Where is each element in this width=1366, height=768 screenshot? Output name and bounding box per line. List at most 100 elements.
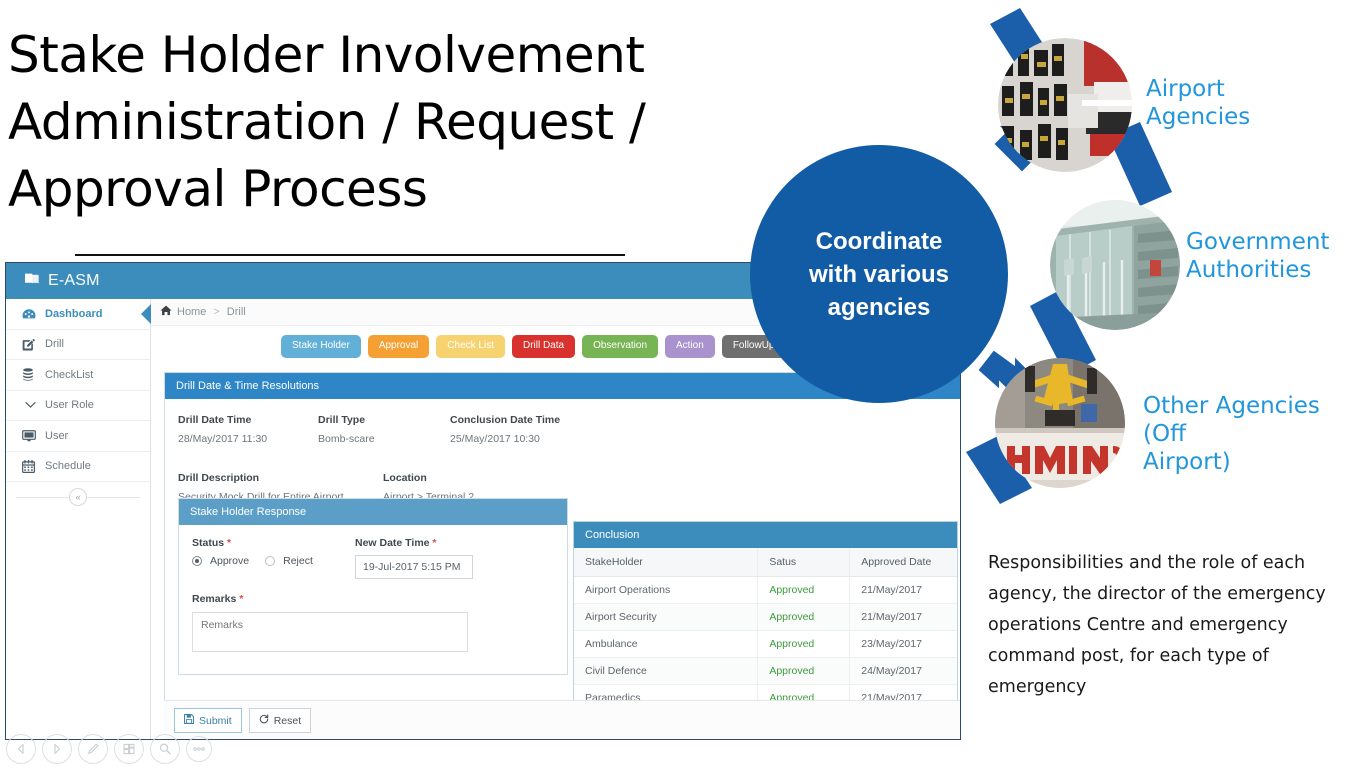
tab-observation[interactable]: Observation (582, 335, 659, 358)
sidebar-item-label: Schedule (45, 460, 91, 473)
stakeholder-response-card: Stake Holder Response Status * Approve R… (178, 498, 568, 675)
conclusion-card-title: Conclusion (574, 522, 957, 548)
sidebar-item-checklist[interactable]: CheckList (6, 360, 150, 391)
undo-refresh-icon (259, 714, 269, 727)
save-disk-icon (184, 714, 194, 727)
table-row: Airport Operations Approved 21/May/2017 (574, 576, 957, 604)
sidebar-item-label: User (45, 429, 69, 442)
label-government-authorities: Government Authorities (1186, 229, 1330, 283)
pen-tool-button[interactable] (78, 734, 108, 764)
cell-date: 24/May/2017 (849, 657, 957, 685)
previous-slide-button[interactable] (6, 734, 36, 764)
title-divider (75, 254, 625, 256)
cell-status: Approved (757, 630, 851, 658)
app-brand: E-ASM (48, 272, 100, 289)
tab-action[interactable]: Action (665, 335, 715, 358)
sidebar-item-label: User Role (45, 399, 94, 412)
center-circle: Coordinate with various agencies (750, 145, 1008, 403)
breadcrumb-current: Drill (226, 306, 246, 318)
table-header-row: StakeHolder Satus Approved Date (574, 548, 957, 577)
radio-reject[interactable] (265, 556, 276, 566)
remarks-textarea[interactable] (192, 612, 468, 652)
tab-stake-holder[interactable]: Stake Holder (281, 335, 361, 358)
radio-approve[interactable] (192, 556, 202, 566)
page-title: Stake Holder Involvement Administration … (8, 26, 646, 218)
sidebar-item-user[interactable]: User (6, 421, 150, 452)
reset-button-label: Reset (273, 714, 302, 727)
slide-grid-button[interactable] (114, 734, 144, 764)
other-agencies-photo (995, 358, 1125, 488)
cell-date: 23/May/2017 (849, 630, 957, 658)
table-row: Civil Defence Approved 24/May/2017 (574, 657, 957, 685)
field-drill-date-time: Drill Date Time 28/May/2017 11:30 (178, 414, 267, 445)
zoom-tool-button[interactable] (150, 734, 180, 764)
sidebar-item-label: Dashboard (45, 307, 103, 320)
field-conclusion-date-time: Conclusion Date Time 25/May/2017 10:30 (450, 414, 560, 445)
breadcrumb-separator: > (213, 306, 220, 318)
breadcrumb-home[interactable]: Home (177, 306, 206, 318)
cell-status: Approved (757, 603, 851, 631)
government-authorities-photo (1050, 200, 1180, 330)
cell-status: Approved (757, 657, 851, 685)
cell-date: 21/May/2017 (849, 603, 957, 631)
cell-date: 21/May/2017 (849, 576, 957, 604)
remarks-label: Remarks * (192, 593, 244, 605)
column-header-stakeholder: StakeHolder (574, 548, 759, 577)
reset-button[interactable]: Reset (248, 708, 312, 733)
calendar-icon (22, 459, 39, 473)
field-value: 28/May/2017 11:30 (178, 433, 268, 445)
drill-datetime-card: Drill Date & Time Resolutions Drill Date… (164, 372, 960, 739)
new-date-time-group: New Date Time * (355, 537, 473, 579)
status-radio-row: Approve Reject (192, 555, 313, 567)
required-marker: * (239, 593, 244, 605)
field-label: Conclusion Date Time (450, 414, 561, 426)
field-label: Drill Type (318, 414, 366, 426)
tab-drill-data[interactable]: Drill Data (511, 335, 576, 358)
table-row: Airport Security Approved 21/May/2017 (574, 603, 957, 631)
cell-stakeholder: Ambulance (574, 630, 759, 658)
chevron-double-left-icon: « (69, 488, 87, 506)
book-icon (24, 272, 39, 290)
field-label: Location (383, 472, 427, 484)
sidebar-collapse-button[interactable]: « (6, 482, 150, 512)
field-value: 25/May/2017 10:30 (450, 433, 540, 445)
desktop-monitor-icon (22, 429, 39, 443)
form-action-bar: Submit Reset (164, 700, 960, 739)
table-row: Ambulance Approved 23/May/2017 (574, 630, 957, 658)
sidebar-item-dashboard[interactable]: Dashboard (6, 299, 150, 330)
radio-approve-label: Approve (210, 555, 250, 567)
field-label: Drill Date Time (178, 414, 252, 426)
dashboard-gauge-icon (22, 307, 39, 321)
airport-agencies-photo (998, 38, 1132, 172)
new-date-time-label: New Date Time * (355, 537, 437, 549)
required-marker: * (227, 537, 232, 549)
next-slide-button[interactable] (42, 734, 72, 764)
sidebar-item-label: Drill (45, 338, 64, 351)
radio-reject-label: Reject (283, 555, 313, 567)
field-value: Bomb-scare (318, 433, 375, 445)
label-other-agencies: Other Agencies (Off Airport) (1143, 393, 1320, 475)
new-date-time-input[interactable] (355, 555, 473, 579)
field-drill-type: Drill Type Bomb-scare (318, 414, 375, 445)
status-label: Status * (192, 537, 232, 549)
remarks-group: Remarks * (192, 593, 554, 657)
sidebar: Dashboard Drill CheckList User Role User… (6, 299, 151, 739)
more-options-button[interactable] (186, 736, 212, 762)
sidebar-item-drill[interactable]: Drill (6, 330, 150, 360)
drill-field-row-1: Drill Date Time 28/May/2017 11:30 Drill … (178, 414, 956, 454)
sidebar-item-user-role[interactable]: User Role (6, 391, 150, 421)
sidebar-item-label: CheckList (45, 368, 94, 381)
tab-approval[interactable]: Approval (367, 335, 430, 358)
column-header-status: Satus (757, 548, 851, 577)
home-icon (160, 305, 172, 319)
label-airport-agencies: Airport Agencies (1146, 76, 1251, 130)
coordination-diagram: Coordinate with various agencies Airport… (750, 0, 1366, 520)
sidebar-item-schedule[interactable]: Schedule (6, 452, 150, 482)
required-marker: * (432, 537, 437, 549)
database-icon (22, 368, 39, 382)
status-group: Status * Approve Reject (192, 537, 313, 567)
field-label: Drill Description (178, 472, 260, 484)
tab-check-list[interactable]: Check List (436, 335, 505, 358)
cell-stakeholder: Airport Security (574, 603, 759, 631)
column-header-approved-date: Approved Date (849, 548, 957, 577)
